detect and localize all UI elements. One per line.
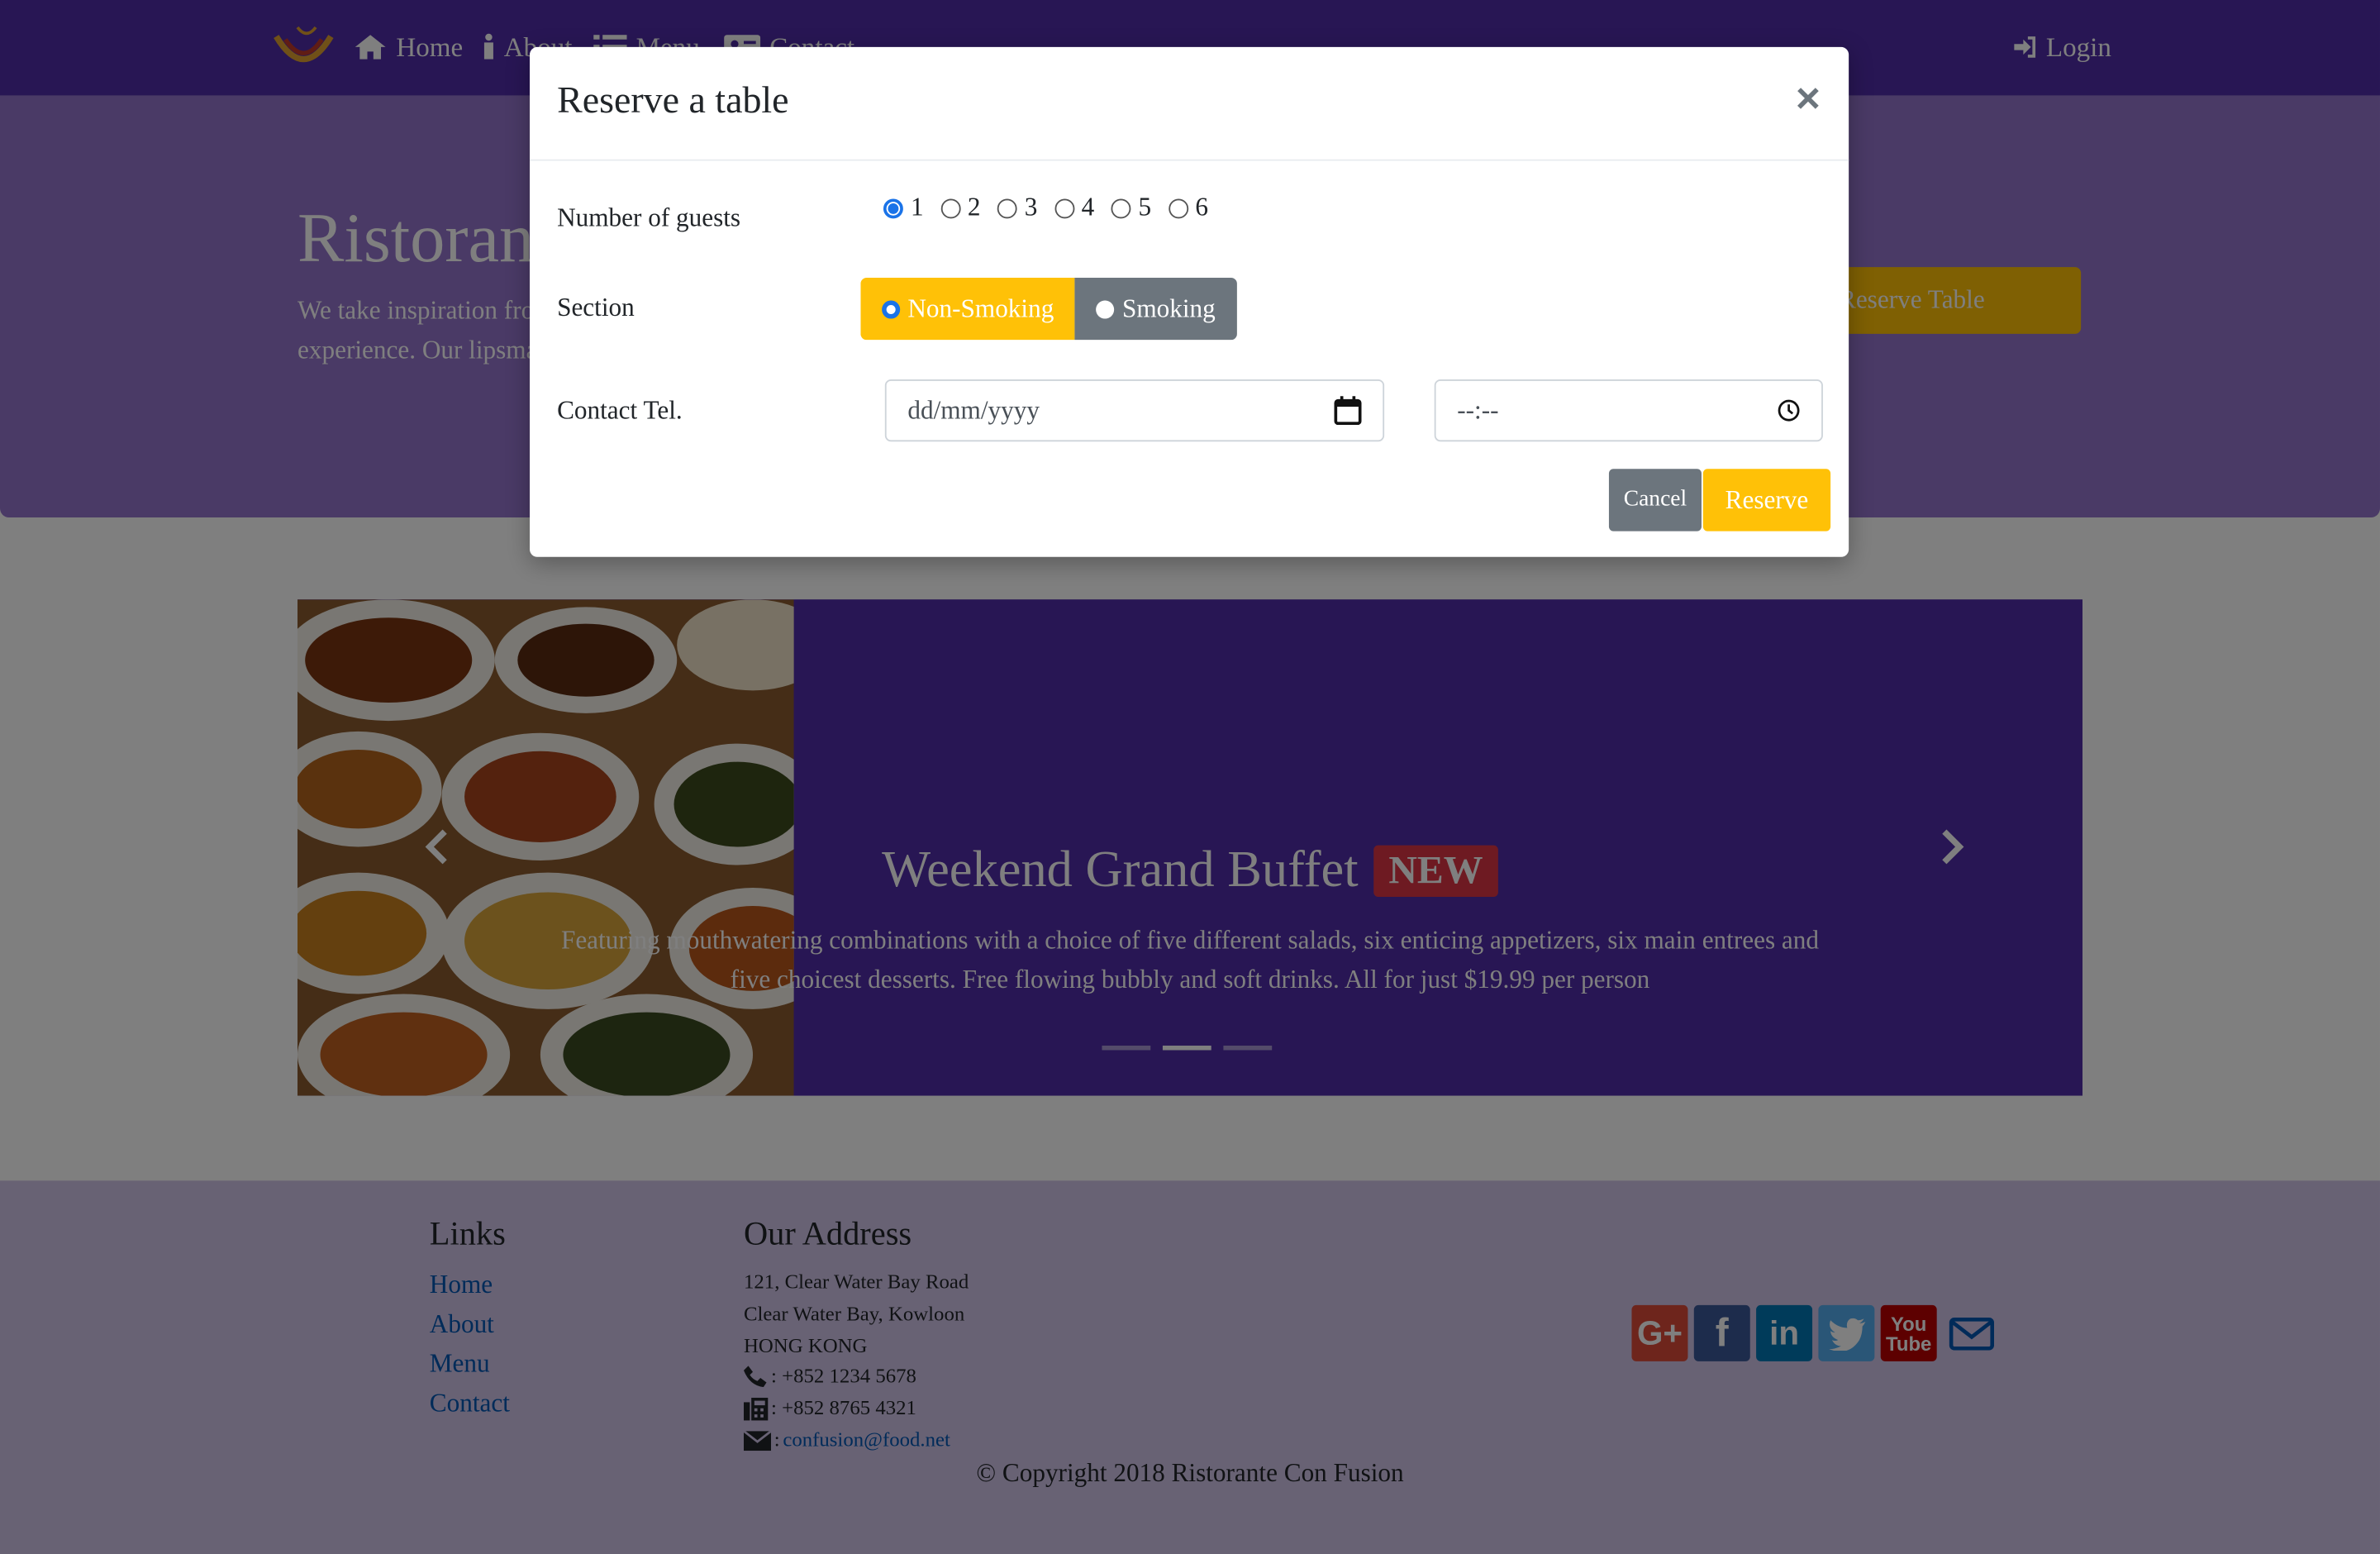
radio-button — [1096, 299, 1115, 318]
guests-option-5[interactable]: 5 — [1111, 193, 1151, 223]
modal-header: Reserve a table × — [530, 47, 1849, 161]
guests-option-3[interactable]: 3 — [997, 193, 1038, 223]
guests-radio-group: 1 2 3 4 5 6 — [883, 193, 1208, 223]
radio-button[interactable] — [1111, 198, 1131, 218]
non-smoking-option[interactable]: Non-Smoking — [860, 277, 1076, 341]
page: Home About Menu Contact Login Ristorante… — [0, 0, 2380, 1554]
guests-option-label: 2 — [967, 193, 981, 222]
radio-button[interactable] — [1054, 198, 1074, 218]
section-label: Section — [557, 293, 635, 322]
radio-button[interactable] — [883, 198, 903, 218]
smoking-option[interactable]: Smoking — [1075, 277, 1237, 341]
guests-option-6[interactable]: 6 — [1168, 193, 1208, 223]
guests-option-2[interactable]: 2 — [940, 193, 981, 223]
guests-label: Number of guests — [557, 203, 741, 232]
close-icon[interactable]: × — [1796, 74, 1821, 123]
date-placeholder: dd/mm/yyyy — [907, 395, 1040, 425]
smoking-label: Smoking — [1121, 293, 1216, 323]
radio-button[interactable] — [940, 198, 960, 218]
guests-option-4[interactable]: 4 — [1054, 193, 1095, 223]
cancel-button[interactable]: Cancel — [1608, 469, 1702, 532]
modal-title: Reserve a table — [557, 80, 789, 122]
guests-option-label: 4 — [1081, 193, 1095, 222]
calendar-icon[interactable] — [1334, 396, 1362, 426]
guests-option-1[interactable]: 1 — [883, 193, 924, 223]
time-placeholder: --:-- — [1457, 395, 1499, 425]
section-toggle: Non-Smoking Smoking — [860, 277, 1237, 341]
non-smoking-label: Non-Smoking — [907, 293, 1054, 323]
radio-button[interactable] — [1168, 198, 1188, 218]
date-input[interactable]: dd/mm/yyyy — [884, 379, 1385, 442]
guests-option-label: 6 — [1195, 193, 1209, 222]
radio-button[interactable] — [997, 198, 1017, 218]
radio-button — [882, 299, 901, 318]
contact-label: Contact Tel. — [557, 396, 683, 426]
time-input[interactable]: --:-- — [1434, 379, 1823, 442]
reserve-modal: Reserve a table × Number of guests 1 2 3… — [530, 46, 1849, 557]
reserve-button[interactable]: Reserve — [1702, 469, 1831, 532]
guests-option-label: 3 — [1024, 193, 1038, 222]
guests-option-label: 5 — [1138, 193, 1152, 222]
clock-icon[interactable] — [1778, 399, 1801, 422]
guests-option-label: 1 — [911, 193, 924, 222]
